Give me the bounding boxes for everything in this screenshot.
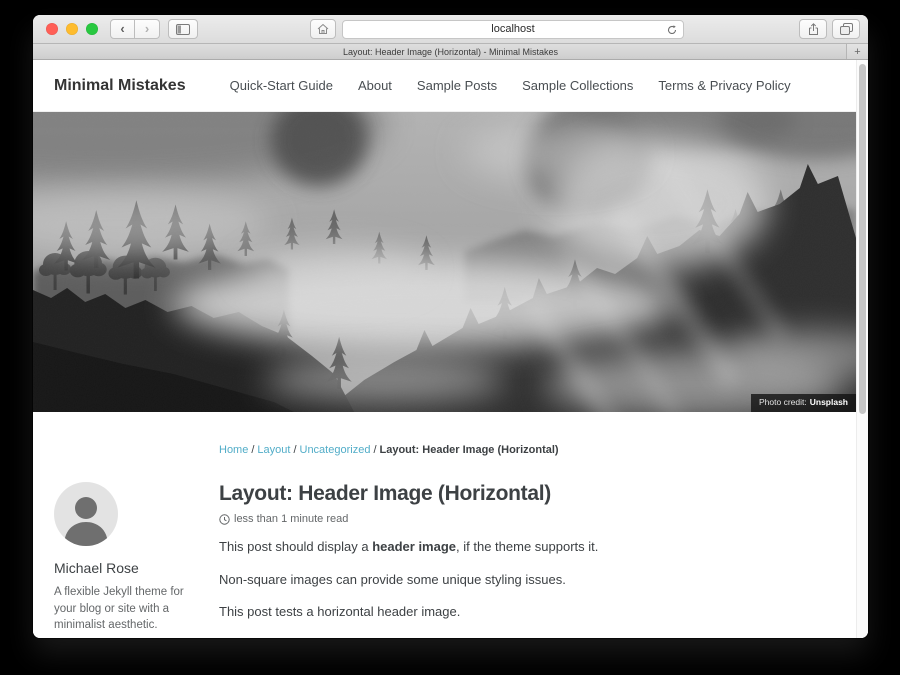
- chevron-right-icon: ›: [145, 22, 149, 35]
- nav-item-sample-posts[interactable]: Sample Posts: [417, 78, 497, 93]
- reload-icon[interactable]: [666, 24, 678, 36]
- browser-window: ‹ › localhost Layout: Header Image (Hori…: [33, 15, 868, 638]
- header-image: Photo credit:Unsplash: [33, 112, 856, 412]
- author-name: Michael Rose: [54, 560, 186, 576]
- author-bio: A flexible Jekyll theme for your blog or…: [54, 584, 186, 638]
- new-tab-button[interactable]: +: [846, 44, 868, 59]
- breadcrumb-link-layout[interactable]: Layout: [257, 444, 290, 456]
- breadcrumb-link-home[interactable]: Home: [219, 444, 248, 456]
- article-content-area: Home/Layout/Uncategorized/Layout: Header…: [33, 444, 856, 638]
- breadcrumb-separator: /: [293, 444, 296, 456]
- photo-credit-label: Photo credit:: [759, 397, 807, 407]
- paragraph: This post tests a horizontal header imag…: [219, 602, 842, 622]
- site-title-link[interactable]: Minimal Mistakes: [54, 77, 186, 95]
- nav-item-quick-start-guide[interactable]: Quick-Start Guide: [230, 78, 333, 93]
- person-silhouette-icon: [54, 482, 118, 546]
- home-button[interactable]: [310, 19, 336, 39]
- minimize-window-button[interactable]: [66, 23, 78, 35]
- post-meta: less than 1 minute read: [219, 513, 842, 525]
- url-text: localhost: [491, 23, 534, 35]
- photo-credit: Photo credit:Unsplash: [751, 394, 856, 412]
- sidebar-toggle-button[interactable]: [168, 19, 198, 39]
- vertical-scrollbar[interactable]: [856, 60, 868, 638]
- scrollbar-thumb[interactable]: [859, 64, 866, 414]
- post-title: Layout: Header Image (Horizontal): [219, 482, 842, 506]
- nav-item-terms-privacy[interactable]: Terms & Privacy Policy: [658, 78, 790, 93]
- tab-overview-button[interactable]: [832, 19, 860, 39]
- tabs-icon: [840, 23, 853, 35]
- paragraph: This post should display a header image,…: [219, 537, 842, 557]
- history-nav-group: ‹ ›: [110, 19, 160, 39]
- nav-item-about[interactable]: About: [358, 78, 392, 93]
- author-sidebar: Michael Rose A flexible Jekyll theme for…: [54, 482, 186, 638]
- tab-bar: Layout: Header Image (Horizontal) - Mini…: [33, 44, 868, 60]
- breadcrumb-link-uncategorized[interactable]: Uncategorized: [300, 444, 371, 456]
- breadcrumb-separator: /: [373, 444, 376, 456]
- share-button[interactable]: [799, 19, 827, 39]
- share-icon: [808, 23, 819, 36]
- traffic-lights: [46, 23, 98, 35]
- clock-icon: [219, 514, 230, 525]
- web-viewport: Minimal Mistakes Quick-Start Guide About…: [33, 60, 868, 638]
- back-button[interactable]: ‹: [110, 19, 135, 39]
- foggy-forest-image: [33, 112, 856, 412]
- browser-toolbar: ‹ › localhost: [33, 15, 868, 44]
- photo-credit-source: Unsplash: [810, 397, 848, 407]
- nav-item-sample-collections[interactable]: Sample Collections: [522, 78, 633, 93]
- close-window-button[interactable]: [46, 23, 58, 35]
- page-content: Minimal Mistakes Quick-Start Guide About…: [33, 60, 856, 638]
- active-tab[interactable]: Layout: Header Image (Horizontal) - Mini…: [343, 47, 558, 57]
- read-time: less than 1 minute read: [234, 513, 348, 525]
- site-navigation: Quick-Start Guide About Sample Posts Sam…: [230, 78, 791, 93]
- sidebar-icon: [176, 24, 190, 35]
- zoom-window-button[interactable]: [86, 23, 98, 35]
- breadcrumb: Home/Layout/Uncategorized/Layout: Header…: [219, 444, 856, 456]
- site-masthead: Minimal Mistakes Quick-Start Guide About…: [33, 60, 856, 112]
- forward-button[interactable]: ›: [135, 19, 160, 39]
- article-main: Layout: Header Image (Horizontal) less t…: [219, 482, 856, 638]
- address-bar[interactable]: localhost: [342, 20, 684, 39]
- toolbar-right-tools: [799, 19, 860, 39]
- chevron-left-icon: ‹: [120, 22, 124, 35]
- avatar: [54, 482, 118, 546]
- home-icon: [317, 23, 329, 35]
- breadcrumb-current: Layout: Header Image (Horizontal): [380, 444, 559, 456]
- paragraph: Non-square images can provide some uniqu…: [219, 570, 842, 590]
- breadcrumb-separator: /: [251, 444, 254, 456]
